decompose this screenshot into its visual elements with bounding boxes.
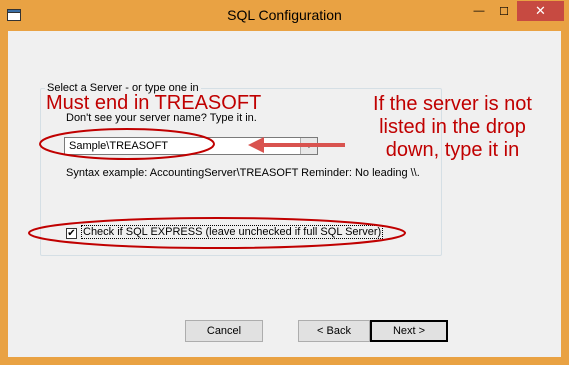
cancel-button[interactable]: Cancel: [185, 320, 263, 342]
title-bar[interactable]: SQL Configuration — ☐ ✕: [0, 0, 569, 31]
next-button[interactable]: Next >: [370, 320, 448, 342]
sql-express-checkbox-label[interactable]: Check if SQL EXPRESS (leave unchecked if…: [80, 225, 384, 239]
close-button[interactable]: ✕: [517, 1, 564, 21]
annotation-must-end: Must end in TREASOFT: [46, 92, 262, 114]
annotation-type-it-in: If the server is not listed in the drop …: [373, 93, 532, 161]
syntax-example: Syntax example: AccountingServer\TREASOF…: [66, 167, 420, 179]
maximize-icon: ☐: [499, 5, 509, 18]
checkmark-icon: ✔: [67, 227, 76, 239]
minimize-icon: —: [473, 5, 485, 17]
minimize-button[interactable]: —: [466, 1, 492, 21]
sql-express-checkbox[interactable]: ✔: [66, 228, 77, 239]
maximize-button[interactable]: ☐: [491, 1, 517, 21]
close-icon: ✕: [535, 3, 546, 18]
back-button[interactable]: < Back: [298, 320, 370, 342]
server-combobox-value: Sample\TREASOFT: [69, 140, 169, 152]
dropdown-arrow-icon[interactable]: ▼: [300, 138, 317, 154]
server-combobox[interactable]: Sample\TREASOFT ▼: [64, 137, 318, 155]
